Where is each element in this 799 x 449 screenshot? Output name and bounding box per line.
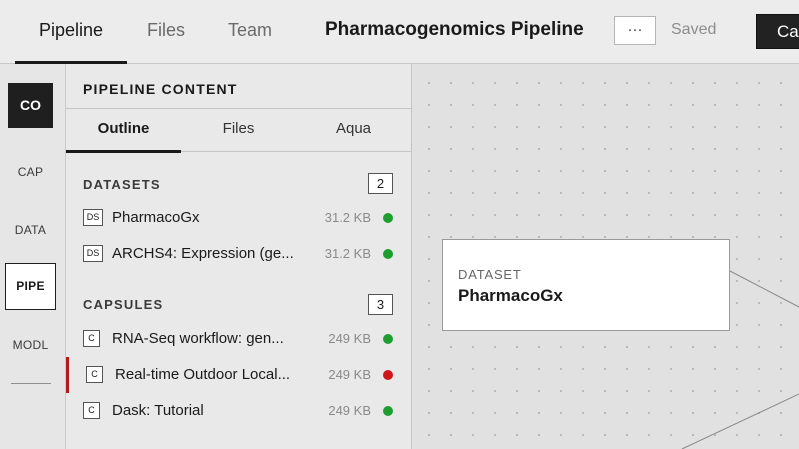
status-dot-icon [383,334,393,344]
connector-line [681,393,799,449]
panel-title: PIPELINE CONTENT [83,81,238,97]
status-dot-icon [383,213,393,223]
capsules-heading: CAPSULES [83,297,164,312]
capsule-name: RNA-Seq workflow: gen... [112,330,284,347]
dataset-type-icon: DS [83,209,103,226]
tab-outline[interactable]: Outline [66,109,181,153]
dataset-size: 31.2 KB [324,246,371,261]
capsule-size: 249 KB [328,403,371,418]
tab-files[interactable]: Files [147,0,185,64]
capsule-item-selected[interactable]: C Real-time Outdoor Local... 249 KB [66,357,411,393]
dataset-item[interactable]: DS PharmacoGx 31.2 KB [66,200,411,236]
rail-item-data[interactable]: DATA [5,223,56,237]
tab-team[interactable]: Team [228,0,272,64]
workspace-avatar[interactable]: CO [8,83,53,128]
capsules-count-badge: 3 [368,294,393,315]
capsule-item[interactable]: C Dask: Tutorial 249 KB [66,393,411,429]
node-type-label: DATASET [458,267,522,282]
more-options-button[interactable]: ··· [614,16,656,45]
rail-item-pipe[interactable]: PIPE [5,263,56,310]
tab-pipeline[interactable]: Pipeline [15,0,127,64]
dataset-name: PharmacoGx [112,209,200,226]
dataset-item[interactable]: DS ARCHS4: Expression (ge... 31.2 KB [66,236,411,272]
dataset-node[interactable]: DATASET PharmacoGx [442,239,730,331]
dataset-size: 31.2 KB [324,210,371,225]
top-bar: Pipeline Files Team Pharmacogenomics Pip… [0,0,799,64]
tab-aqua[interactable]: Aqua [296,109,411,152]
primary-action-button[interactable]: Ca [756,14,799,49]
capsule-size: 249 KB [328,367,371,382]
status-dot-icon [383,249,393,259]
datasets-heading: DATASETS [83,177,161,192]
datasets-count-badge: 2 [368,173,393,194]
capsule-name: Real-time Outdoor Local... [115,366,291,383]
dataset-type-icon: DS [83,245,103,262]
capsule-type-icon: C [83,402,100,419]
pipeline-content-panel: PIPELINE CONTENT Outline Files Aqua DATA… [66,64,412,449]
capsule-item[interactable]: C RNA-Seq workflow: gen... 249 KB [66,321,411,357]
status-dot-icon [383,406,393,416]
connector-line [729,270,799,308]
capsule-name: Dask: Tutorial [112,402,204,419]
rail-item-modl[interactable]: MODL [5,338,56,352]
page-title: Pharmacogenomics Pipeline [325,19,584,40]
save-status: Saved [671,21,717,38]
capsule-type-icon: C [86,366,103,383]
rail-divider [11,383,51,384]
node-name: PharmacoGx [458,286,563,305]
rail-item-cap[interactable]: CAP [5,165,56,179]
capsule-size: 249 KB [328,331,371,346]
left-rail: CO CAP DATA PIPE MODL [0,64,66,449]
error-status-dot-icon [383,370,393,380]
capsule-type-icon: C [83,330,100,347]
tab-files-panel[interactable]: Files [181,109,296,152]
panel-tabs: Outline Files Aqua [66,108,411,153]
dataset-name: ARCHS4: Expression (ge... [112,245,294,262]
pipeline-canvas[interactable]: DATASET PharmacoGx [412,64,799,449]
